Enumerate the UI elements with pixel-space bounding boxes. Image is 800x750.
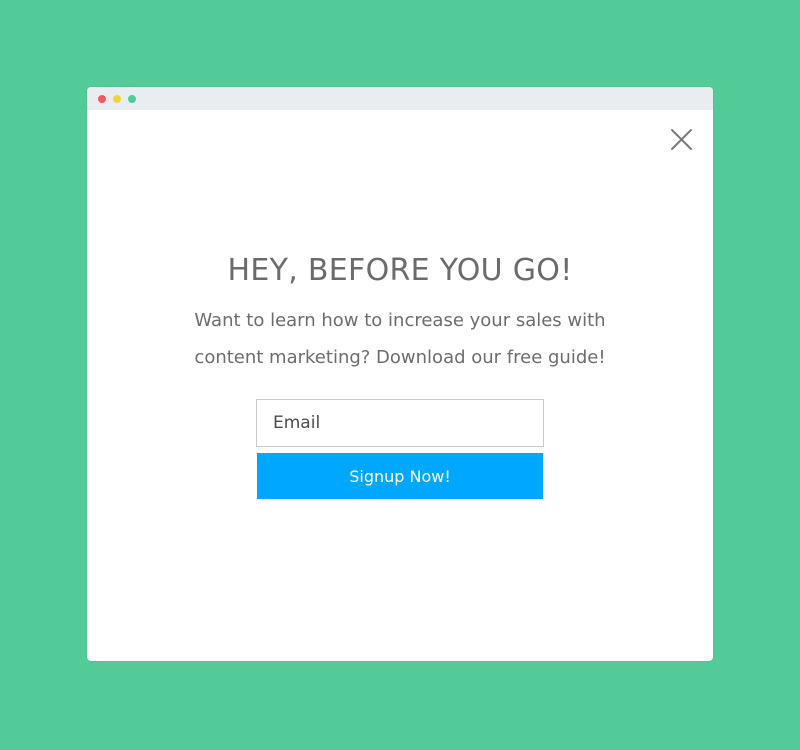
page-background: { "popup": { "window_controls": ["close-…: [0, 0, 800, 750]
close-icon: [671, 129, 692, 150]
maximize-dot[interactable]: [128, 95, 136, 103]
close-button[interactable]: [667, 125, 697, 155]
minimize-dot[interactable]: [113, 95, 121, 103]
email-input[interactable]: [256, 399, 544, 447]
signup-button[interactable]: Signup Now!: [257, 453, 543, 499]
window-titlebar: [87, 87, 713, 110]
popup-description: Want to learn how to increase your sales…: [194, 310, 606, 368]
popup-window: HEY, BEFORE YOU GO! Want to learn how to…: [87, 87, 713, 661]
close-dot[interactable]: [98, 95, 106, 103]
popup-headline: HEY, BEFORE YOU GO!: [227, 253, 573, 288]
